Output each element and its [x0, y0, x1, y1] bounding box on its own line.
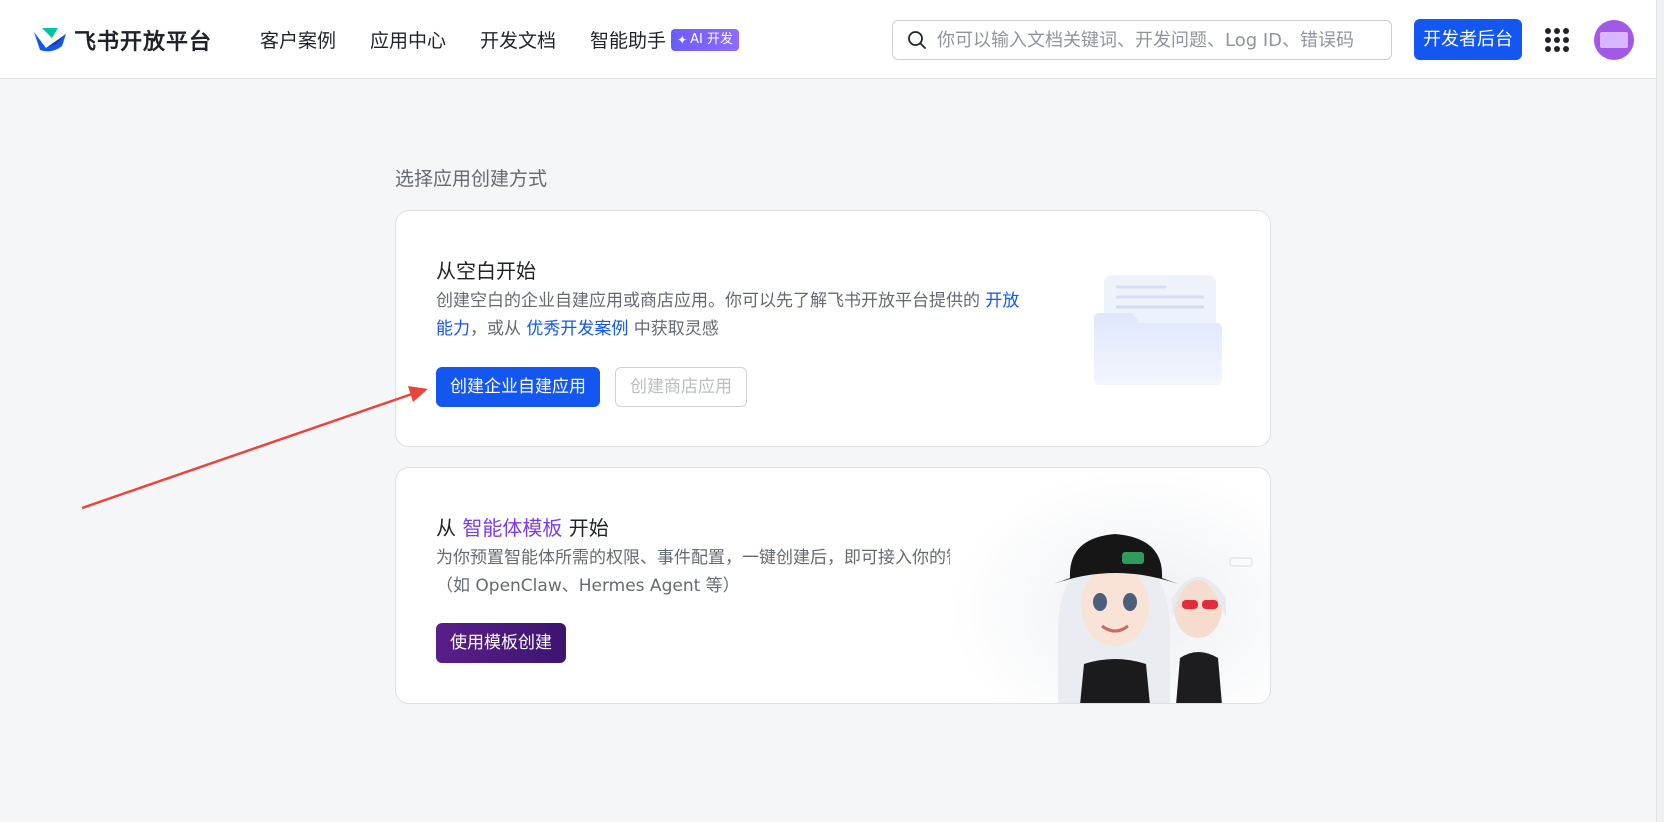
- excellent-cases-link[interactable]: 优秀开发案例: [526, 319, 628, 339]
- blank-desc-suffix: 中获取灵感: [628, 319, 719, 339]
- developer-console-button[interactable]: 开发者后台: [1414, 19, 1522, 60]
- logo-text: 飞书开放平台: [74, 30, 213, 55]
- avatar-image: [1600, 32, 1628, 48]
- nav-dev-docs[interactable]: 开发文档: [480, 26, 556, 53]
- feishu-open-platform-logo[interactable]: 飞书开放平台: [32, 24, 212, 56]
- nav-smart-assistant[interactable]: 智能助手 ✦ AI 开发: [590, 26, 739, 53]
- blank-card-title: 从空白开始: [436, 259, 536, 283]
- agent-characters-illustration: [950, 468, 1270, 703]
- search-icon: [908, 31, 926, 49]
- nav-smart-assistant-label: 智能助手: [590, 30, 667, 52]
- page-scrollbar[interactable]: [1656, 0, 1664, 822]
- template-title-prefix: 从: [436, 516, 463, 540]
- template-card-description: 为你预置智能体所需的权限、事件配置，一键创建后，即可接入你的智能体服务（如 Op…: [436, 548, 1031, 596]
- feishu-logo-icon: [34, 28, 66, 52]
- ai-badge-label: AI 开发: [690, 31, 733, 47]
- blank-desc-mid: ，或从: [470, 319, 527, 339]
- create-store-app-button[interactable]: 创建商店应用: [615, 367, 747, 407]
- template-title-highlight: 智能体模板: [462, 516, 563, 540]
- blank-card-description: 创建空白的企业自建应用或商店应用。你可以先了解飞书开放平台提供的 开放能力，或从…: [436, 287, 1036, 343]
- create-enterprise-app-button[interactable]: 创建企业自建应用: [436, 367, 600, 407]
- top-header: 飞书开放平台 客户案例 应用中心 开发文档 智能助手 ✦ AI 开发 开发者后台: [0, 0, 1664, 79]
- template-card-title: 从 智能体模板 开始: [436, 512, 609, 541]
- main-nav: 客户案例 应用中心 开发文档 智能助手 ✦ AI 开发: [260, 26, 773, 53]
- blank-desc-prefix: 创建空白的企业自建应用或商店应用。你可以先了解飞书开放平台提供的: [436, 291, 986, 311]
- sparkle-icon: ✦: [677, 32, 688, 47]
- user-avatar[interactable]: [1594, 20, 1634, 60]
- template-title-suffix: 开始: [562, 516, 609, 540]
- apps-grid-icon[interactable]: [1545, 28, 1569, 52]
- section-title: 选择应用创建方式: [395, 168, 548, 190]
- folder-illustration-icon: [1094, 275, 1222, 385]
- nav-customer-cases[interactable]: 客户案例: [260, 26, 336, 53]
- nav-app-center[interactable]: 应用中心: [370, 26, 446, 53]
- use-template-button[interactable]: 使用模板创建: [436, 623, 566, 663]
- search-input[interactable]: [937, 29, 1377, 51]
- ai-dev-badge: ✦ AI 开发: [671, 28, 739, 51]
- blank-start-card: 从空白开始 创建空白的企业自建应用或商店应用。你可以先了解飞书开放平台提供的 开…: [395, 210, 1271, 447]
- search-box[interactable]: [892, 20, 1392, 60]
- agent-template-card: 从 智能体模板 开始 为你预置智能体所需的权限、事件配置，一键创建后，即可接入你…: [395, 467, 1271, 704]
